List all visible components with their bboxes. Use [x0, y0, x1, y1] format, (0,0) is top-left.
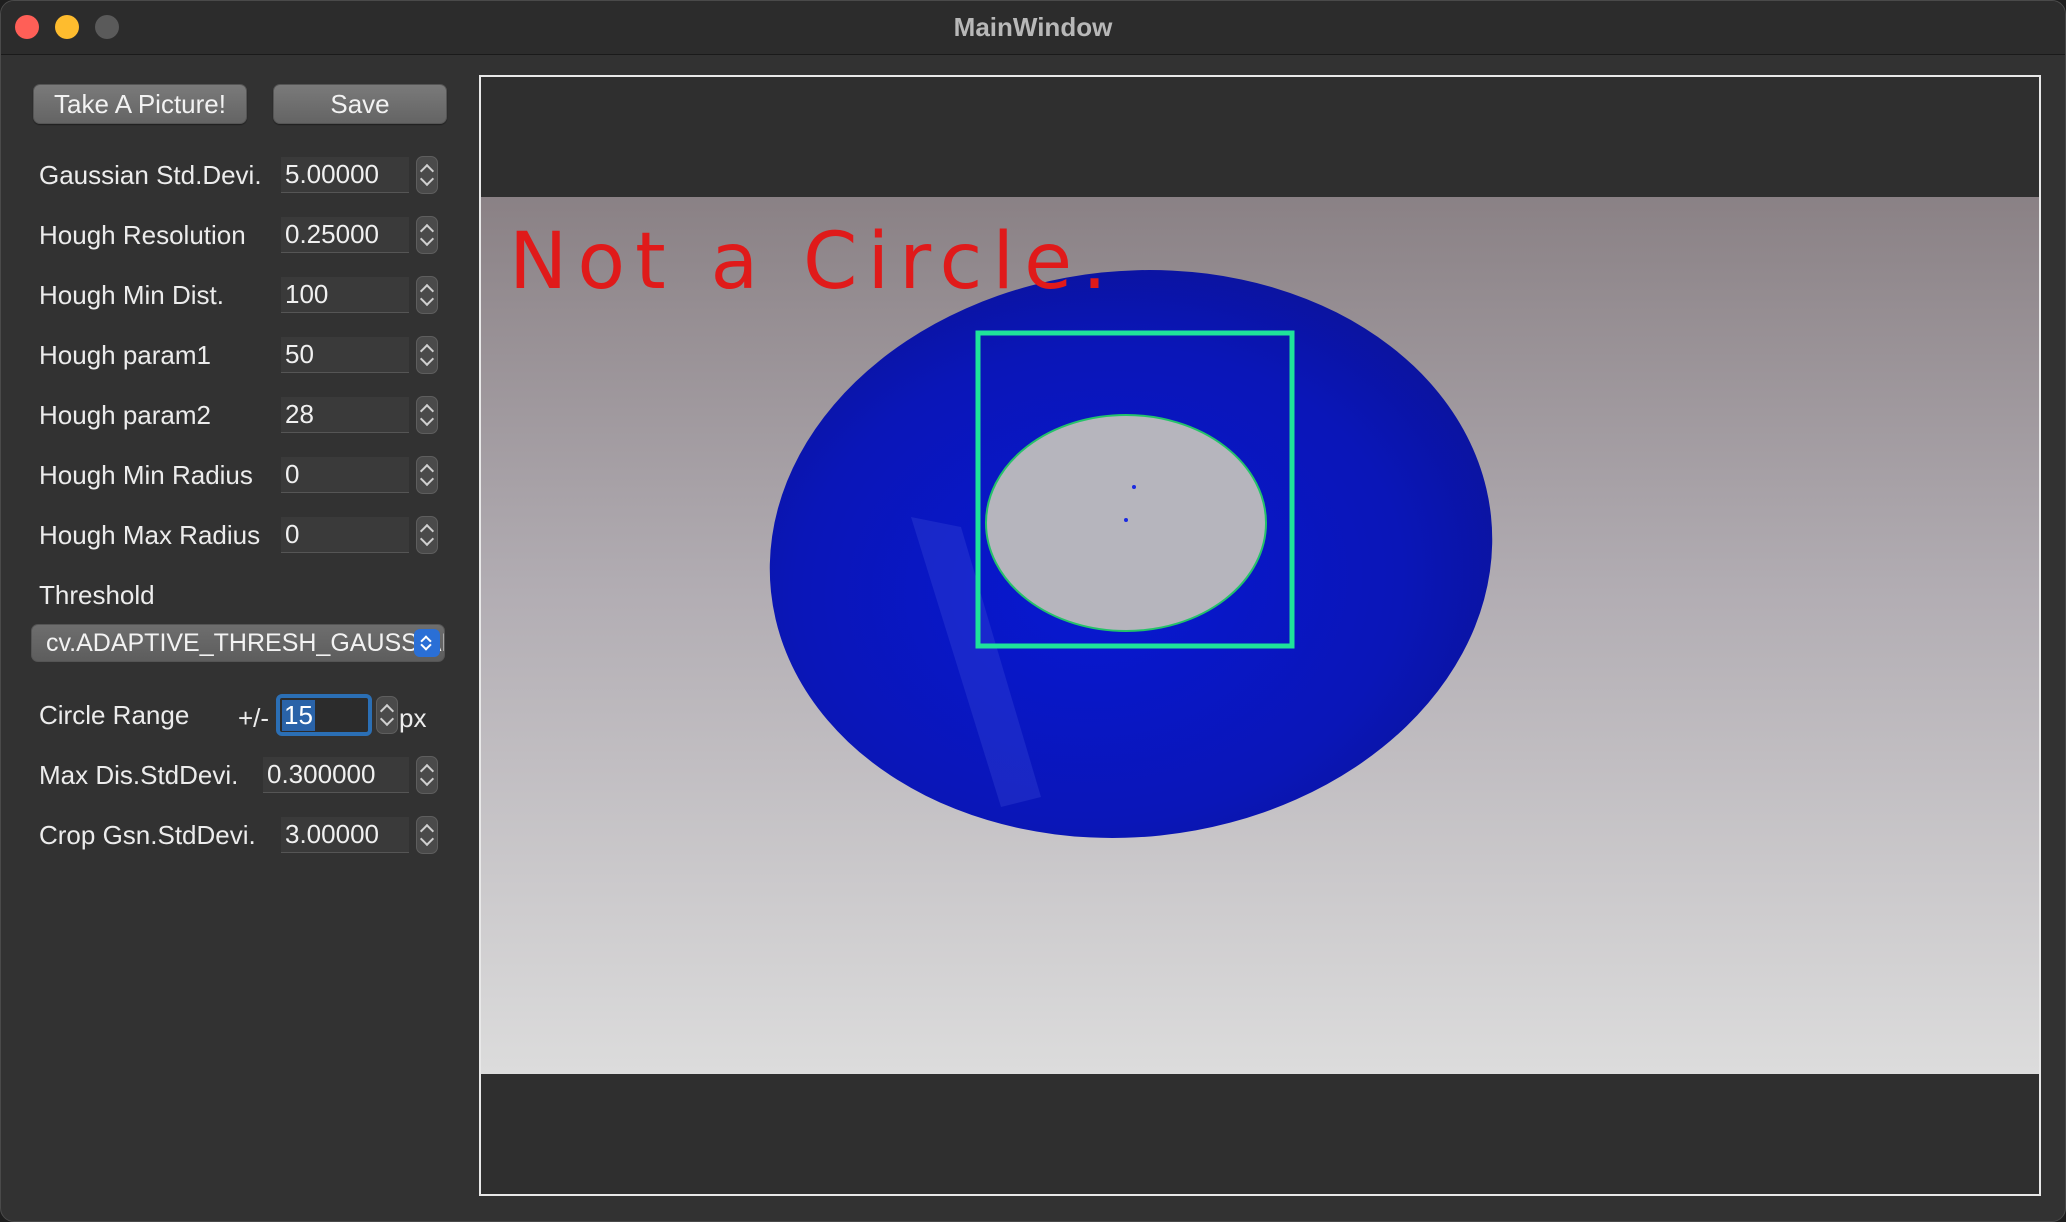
circle-range-prefix: +/-	[238, 703, 270, 733]
threshold-select[interactable]: cv.ADAPTIVE_THRESH_GAUSSIAN_C	[31, 624, 445, 662]
camera-image	[481, 197, 2039, 1074]
param-label: Hough param1	[39, 339, 211, 370]
param-row-hough-max-radius: Hough Max Radius	[39, 515, 260, 555]
circle-range-unit: px	[399, 703, 427, 733]
hough-max-radius-field[interactable]: 0	[281, 517, 409, 553]
gaussian-stddev-stepper[interactable]	[416, 156, 438, 194]
threshold-row: Threshold	[39, 575, 155, 615]
param-row-hough-param1: Hough param1	[39, 335, 211, 375]
center-marker	[1132, 485, 1136, 489]
param-row-hough-param2: Hough param2	[39, 395, 211, 435]
zoom-window-button[interactable]	[95, 15, 119, 39]
detection-result-text: Not a Circle.	[509, 217, 1117, 307]
gaussian-stddev-field[interactable]: 5.00000	[281, 157, 409, 193]
max-dis-stddev-field[interactable]: 0.300000	[263, 757, 409, 793]
main-window: MainWindow Take A Picture! Save Gaussian…	[0, 0, 2066, 1222]
crop-gsn-stddev-stepper[interactable]	[416, 816, 438, 854]
take-picture-button[interactable]: Take A Picture!	[33, 84, 247, 124]
hough-param2-field[interactable]: 28	[281, 397, 409, 433]
circle-range-field[interactable]: 15	[276, 694, 372, 736]
param-label: Crop Gsn.StdDevi.	[39, 819, 256, 850]
param-label: Hough Max Radius	[39, 519, 261, 550]
param-label: Hough param2	[39, 399, 211, 430]
param-row-max-dis-stddev: Max Dis.StdDevi.	[39, 755, 238, 795]
hough-max-radius-stepper[interactable]	[416, 516, 438, 554]
param-label: Hough Resolution	[39, 219, 246, 250]
threshold-selected-value: cv.ADAPTIVE_THRESH_GAUSSIAN_C	[46, 628, 444, 657]
detected-hole	[985, 414, 1267, 632]
center-marker	[1124, 518, 1128, 522]
title-bar: MainWindow	[1, 1, 2065, 55]
hough-min-radius-field[interactable]: 0	[281, 457, 409, 493]
hough-resolution-stepper[interactable]	[416, 216, 438, 254]
hough-resolution-field[interactable]: 0.25000	[281, 217, 409, 253]
param-label: Hough Min Radius	[39, 459, 253, 490]
hough-param2-stepper[interactable]	[416, 396, 438, 434]
circle-range-row: Circle Range	[39, 695, 189, 735]
hough-min-dist-stepper[interactable]	[416, 276, 438, 314]
hough-param1-field[interactable]: 50	[281, 337, 409, 373]
max-dis-stddev-stepper[interactable]	[416, 756, 438, 794]
param-label: Hough Min Dist.	[39, 279, 224, 310]
hough-min-dist-field[interactable]: 100	[281, 277, 409, 313]
close-window-button[interactable]	[15, 15, 39, 39]
param-row-hough-min-radius: Hough Min Radius	[39, 455, 253, 495]
param-label: Gaussian Std.Devi.	[39, 159, 262, 190]
threshold-label: Threshold	[39, 579, 155, 610]
window-title: MainWindow	[953, 12, 1113, 42]
param-row-hough-min-dist: Hough Min Dist.	[39, 275, 224, 315]
save-button[interactable]: Save	[273, 84, 447, 124]
circle-range-value: 15	[282, 699, 315, 731]
minimize-window-button[interactable]	[55, 15, 79, 39]
image-viewer: Not a Circle.	[479, 75, 2041, 1196]
circle-range-stepper[interactable]	[376, 696, 398, 734]
param-label: Max Dis.StdDevi.	[39, 759, 239, 790]
crop-gsn-stddev-field[interactable]: 3.00000	[281, 817, 409, 853]
param-row-hough-resolution: Hough Resolution	[39, 215, 246, 255]
select-arrows-icon	[414, 629, 440, 657]
circle-range-label: Circle Range	[39, 699, 190, 730]
param-row-crop-gsn-stddev: Crop Gsn.StdDevi.	[39, 815, 256, 855]
hough-min-radius-stepper[interactable]	[416, 456, 438, 494]
param-row-gaussian: Gaussian Std.Devi.	[39, 155, 262, 195]
hough-param1-stepper[interactable]	[416, 336, 438, 374]
